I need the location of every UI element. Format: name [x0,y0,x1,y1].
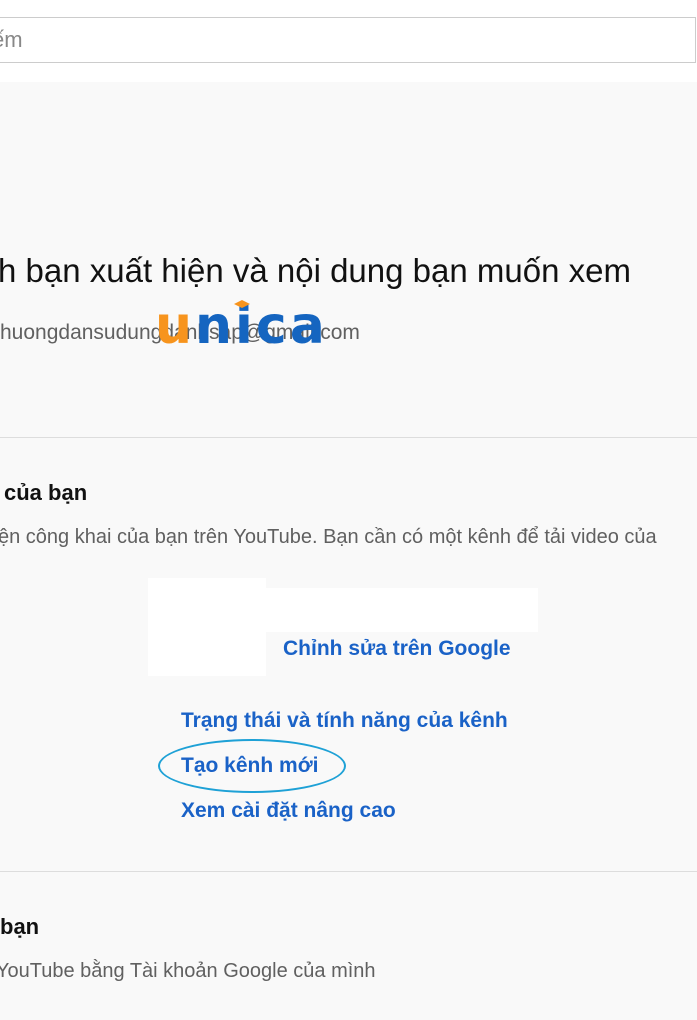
channel-status-features-link[interactable]: Trạng thái và tính năng của kênh [181,709,508,733]
page-heading: h bạn xuất hiện và nội dung bạn muốn xem [0,252,631,289]
edit-on-google-link[interactable]: Chỉnh sửa trên Google [283,637,511,661]
logo-letter-u: u [155,296,196,356]
view-advanced-settings-link[interactable]: Xem cài đặt nâng cao [181,799,396,823]
unica-watermark-logo: unica [155,298,328,354]
search-box[interactable] [0,17,696,63]
highlight-ring [158,739,346,793]
section-divider [0,871,697,872]
channel-section-title: của bạn [4,480,88,505]
account-section-description: YouTube bằng Tài khoản Google của mình [0,960,376,982]
channel-name-area [266,588,538,632]
channel-section-description: ện công khai của bạn trên YouTube. Bạn c… [0,526,657,548]
channel-avatar-area [148,578,266,676]
account-section-title: bạn [0,914,40,939]
search-input[interactable] [0,18,672,62]
top-bar [0,0,697,82]
logo-letters-rest: nica [195,296,328,356]
section-divider [0,437,697,438]
graduation-cap-icon [234,300,250,308]
